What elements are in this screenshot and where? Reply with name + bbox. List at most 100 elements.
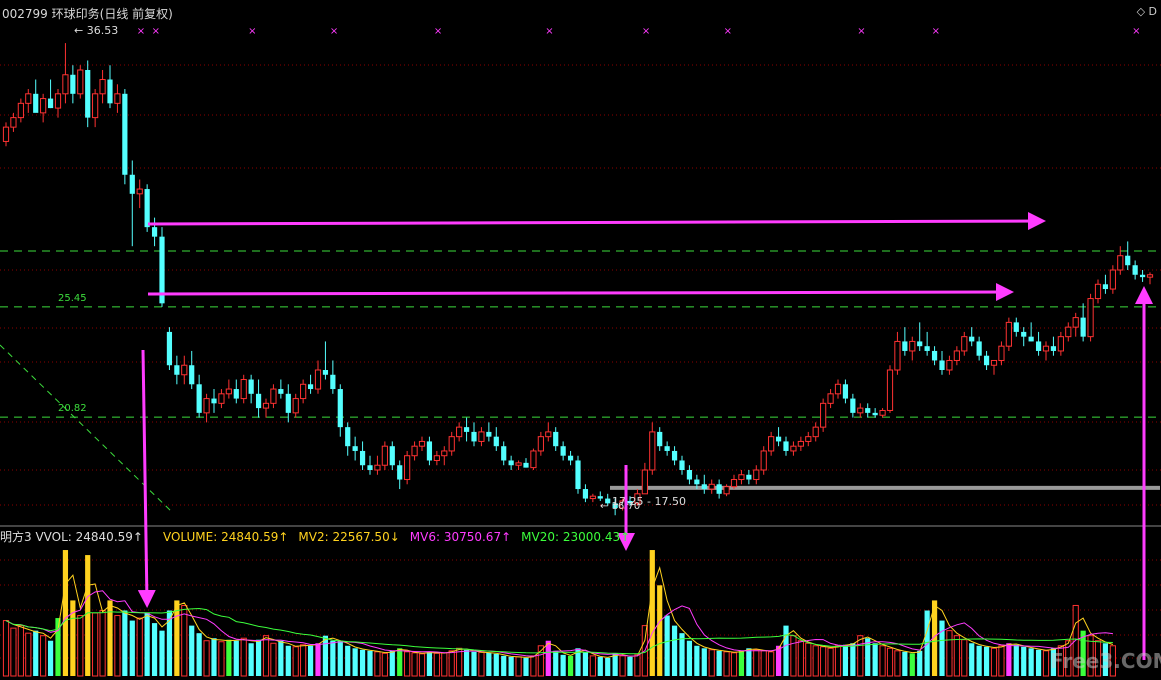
candlestick-chart[interactable]: 25.4520.82 ××××××××××××× ← 36.5317.25 - …: [0, 0, 1161, 680]
volume-bar: [174, 600, 180, 676]
candle-body: [136, 188, 143, 195]
candle-body: [166, 331, 173, 366]
volume-bar: [553, 650, 559, 676]
candle-body: [582, 489, 589, 499]
volume-value: VOLUME: 24840.59↑: [162, 530, 289, 544]
candle-body: [946, 359, 953, 371]
volume-bar: [820, 646, 827, 677]
volume-bar: [783, 625, 789, 676]
volume-bar: [842, 644, 849, 676]
volume-bar: [1035, 649, 1042, 676]
volume-bar: [768, 651, 775, 677]
volume-bar: [501, 655, 507, 676]
candle-body: [1080, 317, 1086, 337]
volume-bar: [508, 656, 514, 676]
volume-bar: [760, 650, 767, 677]
mv2-value: MV2: 22567.50↓: [298, 530, 400, 544]
candle-body: [850, 398, 856, 413]
candle-body: [775, 436, 782, 442]
candle-body: [939, 360, 945, 370]
candle-body: [716, 484, 722, 494]
candle-body: [865, 408, 871, 413]
volume-bar: [478, 651, 485, 677]
volume-bar: [560, 654, 566, 676]
candle-body: [411, 445, 418, 457]
volume-bar: [411, 652, 418, 677]
low-label: ← 16.70: [600, 501, 640, 512]
volume-bar: [285, 645, 291, 676]
high-label: ← 36.53: [74, 24, 118, 37]
candle-body: [114, 93, 121, 104]
candle-body: [397, 465, 403, 480]
marker-x: ×: [152, 26, 160, 37]
candle-body: [894, 340, 901, 371]
volume-bar: [969, 643, 975, 676]
candle-body: [575, 460, 581, 490]
volume-bar: [1013, 644, 1019, 676]
volume-bar: [515, 656, 522, 677]
candle-body: [225, 388, 232, 395]
candle-body: [240, 379, 247, 400]
marker-x: ×: [857, 26, 865, 37]
volume-bar: [322, 635, 329, 676]
candle-body: [10, 117, 17, 128]
volume-bar: [619, 655, 626, 677]
volume-bar: [493, 653, 499, 676]
volume-bar: [448, 650, 455, 677]
candle-body: [931, 350, 938, 361]
candle-body: [40, 98, 47, 114]
volume-bar: [270, 642, 277, 677]
volume-bar: [40, 635, 47, 677]
candle-body: [381, 445, 388, 466]
volume-bar: [523, 657, 529, 676]
candle-body: [463, 427, 470, 432]
volume-bar: [953, 635, 960, 677]
volume-bar: [47, 640, 54, 676]
mv6-value: MV6: 30750.67↑: [409, 530, 512, 544]
candle-body: [1117, 255, 1124, 271]
volume-bar: [664, 615, 670, 676]
candle-body: [760, 450, 767, 471]
volume-bar: [797, 640, 804, 677]
level-label: 25.45: [58, 293, 87, 304]
marker-x: ×: [932, 26, 940, 37]
marker-row: ×××××××××××××: [137, 26, 1141, 37]
candle-body: [151, 227, 158, 237]
volume-bar: [330, 640, 336, 676]
volume-bar: [33, 630, 39, 676]
stock-chart-window: 002799 环球印务(日线 前复权) ◇ D 25.45 20.82 × × × × ×…: [0, 0, 1161, 680]
volume-bar: [865, 638, 871, 676]
volume-bar: [196, 633, 202, 676]
candle-body: [553, 431, 559, 447]
candle-body: [1072, 317, 1079, 328]
candle-body: [85, 70, 91, 118]
volume-bar: [1006, 643, 1012, 676]
candle-body: [218, 393, 225, 404]
candle-body: [805, 436, 812, 442]
candle-body: [953, 350, 960, 361]
volume-bar: [790, 635, 797, 677]
volume-bar: [337, 640, 343, 676]
candle-body: [1028, 336, 1034, 342]
candle-body: [359, 450, 366, 466]
volume-bar: [114, 615, 121, 677]
level-label: 20.82: [58, 403, 87, 414]
candle-body: [189, 365, 195, 385]
candle-body: [723, 486, 730, 495]
candle-body: [820, 402, 827, 428]
candle-body: [367, 465, 373, 470]
candle-body: [47, 98, 54, 109]
candle-body: [597, 496, 603, 499]
volume-bar: [805, 642, 812, 677]
volume-bar: [753, 649, 760, 677]
candle-body: [664, 446, 670, 451]
candle-body: [560, 446, 566, 456]
volume-bar: [582, 651, 589, 676]
candle-body: [1050, 346, 1057, 351]
volume-bar: [62, 550, 69, 676]
indicator-name: 明方3 VVOL: 24840.59↑: [0, 530, 143, 544]
candle-body: [129, 174, 135, 194]
candle-body: [1094, 283, 1102, 300]
volume-bar: [879, 645, 886, 677]
volume-bar: [136, 617, 143, 677]
